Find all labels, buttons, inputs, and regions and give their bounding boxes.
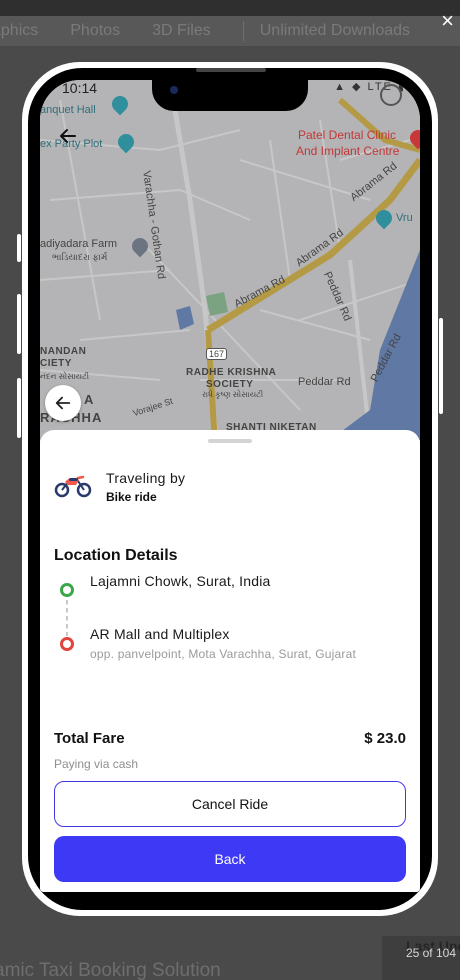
map-label-radhe-local: રાધે કૃષ્ણ સોસાયટી (202, 390, 264, 399)
phone-mute-button (17, 234, 21, 262)
nav-item-photos: Photos (70, 22, 121, 39)
nav-item-unlimited-downloads: Unlimited Downloads (259, 22, 411, 39)
locate-icon[interactable] (380, 84, 402, 106)
ride-details-sheet: Traveling by Bike ride Location Details … (40, 430, 420, 892)
drop-location: AR Mall and Multiplex (90, 626, 230, 642)
map-label-vru: Vru (396, 212, 413, 224)
total-fare-label: Total Fare (54, 730, 125, 747)
map-label-peddar-road-3: Peddar Rd (298, 376, 351, 388)
bike-icon (54, 475, 92, 498)
nav-separator (242, 21, 244, 41)
background-top-bar (0, 0, 460, 16)
map-label-nandan: NANDAN (40, 346, 87, 357)
close-icon[interactable]: × (441, 10, 454, 32)
background-nav: aphics Photos 3D Files Unlimited Downloa… (0, 16, 460, 46)
travel-mode: Bike ride (106, 490, 157, 504)
back-arrow-icon (55, 396, 71, 410)
map-label-farm: adiyadara Farm (40, 238, 118, 250)
sheet-drag-handle[interactable] (208, 439, 252, 443)
phone-camera (170, 86, 178, 94)
travel-label: Traveling by (106, 470, 186, 486)
map-label-dental-clinic: Patel Dental Clinic (298, 128, 397, 142)
phone-speaker (196, 68, 266, 72)
cancel-ride-button[interactable]: Cancel Ride (54, 781, 406, 827)
back-button[interactable]: Back (54, 836, 406, 882)
nav-item-3d-files: 3D Files (152, 22, 211, 39)
phone-volume-up-button (17, 294, 21, 354)
map-label-nandan-society: CIETY (40, 358, 72, 369)
drop-location-address: opp. panvelpoint, Mota Varachha, Surat, … (90, 647, 356, 661)
pickup-location: Lajamni Chowk, Surat, India (90, 573, 271, 589)
map-label-radhe-society: SOCIETY (206, 379, 254, 390)
phone-screen: anquet Hall ex Party Plot Patel Dental C… (40, 80, 420, 892)
location-details-title: Location Details (54, 547, 178, 564)
highway-shield: 167 (206, 348, 228, 360)
total-fare-value: $ 23.0 (364, 730, 406, 747)
payment-method-note: Paying via cash (54, 757, 139, 771)
phone-power-button (439, 318, 443, 414)
route-dashed-line (66, 600, 68, 636)
nav-item-graphics: aphics (0, 22, 39, 39)
map-label-area-a: A (84, 392, 94, 407)
phone-volume-down-button (17, 378, 21, 438)
map-label-radhe-krishna: RADHE KRISHNA (186, 367, 277, 378)
map-back-button[interactable] (45, 385, 81, 421)
top-back-arrow-icon[interactable] (58, 126, 82, 150)
map-label-banquet-hall: anquet Hall (40, 104, 96, 116)
map-label-farm-local: ભાડિયાદરા ફાર્મ (52, 252, 108, 262)
pickup-dot-icon (60, 583, 74, 597)
status-time: 10:14 (62, 80, 98, 96)
map-label-nandan-local: નંદન સોસાયટી (40, 372, 90, 381)
image-counter: 25 of 104 (405, 946, 456, 960)
map-label-implant-centre: And Implant Centre (296, 144, 400, 158)
drop-dot-icon (60, 637, 74, 651)
background-page-title: amic Taxi Booking Solution (0, 960, 221, 980)
